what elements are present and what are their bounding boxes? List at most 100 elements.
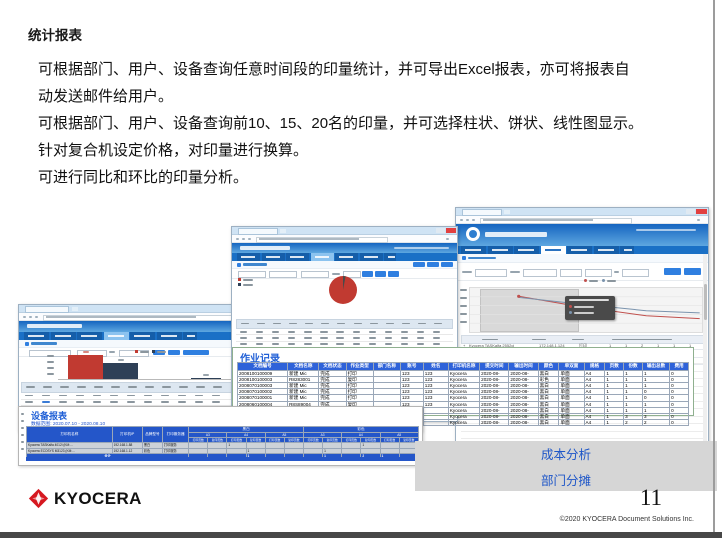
section-icon	[237, 263, 241, 267]
nav-tab[interactable]	[130, 332, 155, 340]
legend-swatch	[584, 279, 587, 282]
kyocera-logo-text: KYOCERA	[54, 489, 142, 509]
summary-table	[236, 319, 453, 348]
device-report-table: 打印机名称打印机IP品牌型号打印服务器黑白彩色A3A4A5A3A4A5打印页数复…	[26, 426, 419, 460]
filter-select[interactable]	[560, 269, 582, 277]
legend-swatch	[602, 279, 605, 282]
scrollbar[interactable]	[703, 254, 707, 450]
bar	[68, 355, 103, 379]
query-button[interactable]	[362, 271, 373, 277]
bar	[191, 378, 221, 380]
reset-button[interactable]	[375, 271, 386, 277]
nav-tab-active[interactable]	[311, 253, 334, 261]
page-number: 11	[640, 485, 662, 511]
app-nav-bar	[232, 253, 457, 261]
section-header-row	[232, 261, 457, 269]
browser-address-bar[interactable]	[456, 216, 708, 224]
nav-tab[interactable]	[594, 246, 619, 254]
toolbar-button[interactable]	[427, 262, 439, 267]
presentation-slide: 统计报表 可根据部门、用户、设备查询任意时间段的印量统计，并可导出Excel报表…	[0, 0, 722, 542]
browser-tab-bar	[456, 208, 708, 216]
close-button[interactable]	[446, 228, 456, 233]
browser-address-bar[interactable]	[232, 235, 457, 243]
date-to-input[interactable]	[622, 269, 649, 277]
browser-tab[interactable]	[25, 306, 69, 313]
body-text: 可根据部门、用户、设备查询任意时间段的印量统计，并可导出Excel报表，亦可将报…	[38, 56, 698, 191]
nav-tab[interactable]	[51, 332, 76, 340]
nav-tab[interactable]	[567, 246, 592, 254]
section-icon	[25, 342, 29, 346]
line-chart	[469, 287, 703, 333]
nav-tab[interactable]	[157, 332, 182, 340]
table-row	[21, 393, 233, 400]
filter-input[interactable]	[269, 271, 297, 278]
minimize-button[interactable]	[436, 228, 445, 233]
excel-row-gutter	[21, 411, 25, 461]
new-tab-button[interactable]	[72, 307, 78, 311]
body-line: 针对复合机设定价格，对印量进行换算。	[38, 137, 698, 164]
date-from-input[interactable]	[585, 269, 612, 277]
export-button[interactable]	[388, 271, 399, 277]
page-title: 统计报表	[28, 24, 82, 44]
toolbar-button[interactable]	[413, 262, 425, 267]
nav-tab-active[interactable]	[104, 332, 129, 340]
nav-tab-active[interactable]	[541, 246, 566, 254]
nav-tab[interactable]	[262, 253, 285, 261]
app-logo	[240, 246, 290, 250]
export-button[interactable]	[684, 268, 701, 275]
bar-chart	[58, 353, 236, 380]
new-tab-button[interactable]	[504, 210, 510, 214]
nav-tab[interactable]	[77, 332, 102, 340]
nav-tab[interactable]	[620, 246, 634, 254]
new-tab-button[interactable]	[280, 229, 286, 233]
filter-input[interactable]	[238, 271, 266, 278]
nav-tab[interactable]	[237, 253, 260, 261]
filter-input[interactable]	[475, 269, 507, 277]
section-header-row	[456, 254, 708, 263]
nav-tab[interactable]	[360, 253, 383, 261]
body-line: 可根据部门、用户、设备查询前10、15、20名的印量，并可选择柱状、饼状、线性图…	[38, 110, 698, 137]
department-table	[21, 382, 233, 409]
query-button[interactable]	[664, 268, 681, 275]
nav-tab[interactable]	[384, 253, 396, 261]
device-report-footer-strip	[26, 457, 419, 461]
browser-tab[interactable]	[462, 209, 502, 216]
nav-tab[interactable]	[514, 246, 539, 254]
legend-swatch	[238, 278, 241, 281]
window-bottom-bar	[0, 532, 722, 538]
close-button[interactable]	[696, 209, 707, 214]
body-line: 可根据部门、用户、设备查询任意时间段的印量统计，并可导出Excel报表，亦可将报…	[38, 56, 698, 83]
section-icon	[462, 256, 466, 260]
nav-tab[interactable]	[286, 253, 309, 261]
slide-right-edge	[713, 0, 715, 532]
chart-tooltip	[565, 296, 615, 320]
app-logo	[466, 227, 480, 241]
app-nav-bar	[456, 246, 708, 254]
minimize-button[interactable]	[686, 209, 695, 214]
browser-tab-bar	[232, 227, 457, 235]
app-header	[456, 224, 708, 246]
nav-tab[interactable]	[24, 332, 49, 340]
filter-input[interactable]	[301, 271, 329, 278]
nav-tab[interactable]	[335, 253, 358, 261]
nav-tab[interactable]	[461, 246, 486, 254]
callout-box: 成本分析 部门分摊	[415, 441, 717, 491]
body-line: 动发送邮件给用户。	[38, 83, 698, 110]
body-line: 可进行同比和环比的印量分析。	[38, 164, 698, 191]
toolbar-button[interactable]	[441, 262, 453, 267]
pie-chart	[327, 274, 359, 306]
nav-tab[interactable]	[488, 246, 513, 254]
filter-row	[456, 263, 708, 281]
app-header	[232, 243, 457, 253]
dept-allocation-label: 部门分摊	[541, 470, 591, 489]
nav-tab[interactable]	[183, 332, 197, 340]
bar	[103, 363, 138, 379]
app-logo	[27, 324, 82, 328]
legend-swatch	[238, 283, 241, 286]
device-report-panel: 设备报表 数据范围: 2020.07.10 - 2020.08.10 打印机名称…	[18, 406, 423, 466]
kyocera-mark-icon	[28, 488, 49, 509]
filter-input[interactable]	[523, 269, 557, 277]
kyocera-logo: KYOCERA	[28, 488, 142, 509]
cost-analysis-label: 成本分析	[541, 444, 591, 463]
browser-tab[interactable]	[238, 228, 278, 235]
